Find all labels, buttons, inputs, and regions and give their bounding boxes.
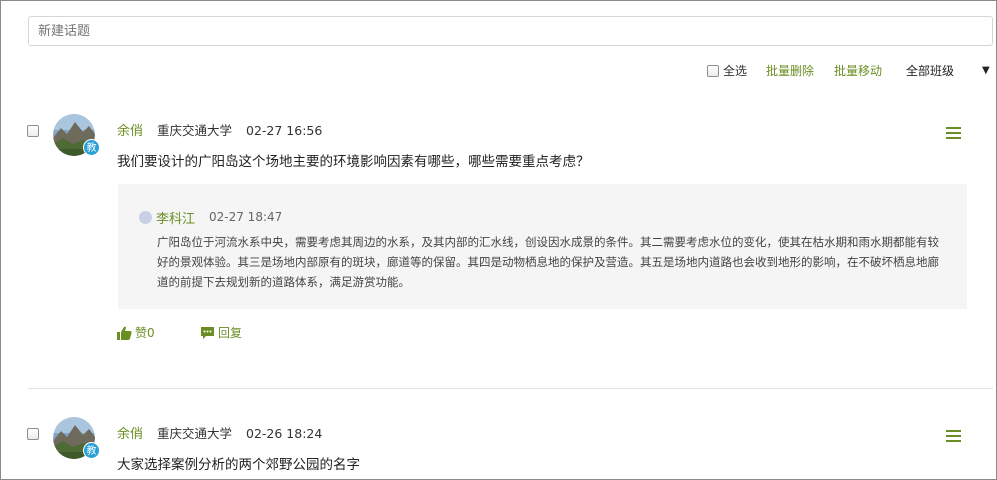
reply-item: 李科江 02-27 18:47 广阳岛位于河流水系中央，需要考虑其周边的水系，及… xyxy=(118,184,967,309)
reply-avatar xyxy=(139,211,152,224)
post-author[interactable]: 余俏 xyxy=(117,427,143,442)
post-divider xyxy=(28,388,993,389)
batch-move-button[interactable]: 批量移动 xyxy=(834,62,882,80)
new-topic-input[interactable] xyxy=(28,16,993,46)
menu-icon[interactable] xyxy=(946,127,961,139)
dropdown-caret-icon[interactable]: ▼ xyxy=(982,62,990,80)
select-all-checkbox[interactable]: 全选 xyxy=(707,62,747,80)
post-author[interactable]: 余俏 xyxy=(117,124,143,139)
post-time: 02-26 18:24 xyxy=(246,426,323,441)
select-all-label: 全选 xyxy=(723,64,748,78)
avatar: 教 xyxy=(53,417,100,459)
post-checkbox[interactable] xyxy=(27,125,39,137)
post-school: 重庆交通大学 xyxy=(157,426,233,441)
like-button[interactable]: 赞0 xyxy=(117,324,155,341)
reply-time: 02-27 18:47 xyxy=(209,210,283,224)
thumbs-up-icon xyxy=(117,326,132,340)
menu-icon[interactable] xyxy=(946,430,961,442)
reply-author[interactable]: 李科江 xyxy=(156,208,195,227)
post-checkbox[interactable] xyxy=(27,428,39,440)
post-time: 02-27 16:56 xyxy=(246,123,323,138)
like-count: 赞0 xyxy=(135,326,155,340)
post-meta: 余俏 重庆交通大学 02-27 16:56 xyxy=(117,120,322,139)
post-content[interactable]: 大家选择案例分析的两个郊野公园的名字 xyxy=(117,453,360,473)
teacher-badge: 教 xyxy=(83,442,100,459)
class-filter-select[interactable]: 全部班级 xyxy=(906,62,954,80)
post-school: 重庆交通大学 xyxy=(157,123,233,138)
teacher-badge: 教 xyxy=(83,139,100,156)
reply-label: 回复 xyxy=(218,326,243,340)
comment-icon xyxy=(201,326,214,339)
batch-delete-button[interactable]: 批量删除 xyxy=(766,62,814,80)
reply-button[interactable]: 回复 xyxy=(200,324,242,341)
post-content[interactable]: 我们要设计的广阳岛这个场地主要的环境影响因素有哪些，哪些需要重点考虑？ xyxy=(117,150,590,170)
reply-text: 广阳岛位于河流水系中央，需要考虑其周边的水系，及其内部的汇水线，创设因水成景的条… xyxy=(157,235,939,289)
post-meta: 余俏 重庆交通大学 02-26 18:24 xyxy=(117,423,322,442)
select-all-box[interactable] xyxy=(707,65,719,77)
avatar: 教 xyxy=(53,114,100,156)
